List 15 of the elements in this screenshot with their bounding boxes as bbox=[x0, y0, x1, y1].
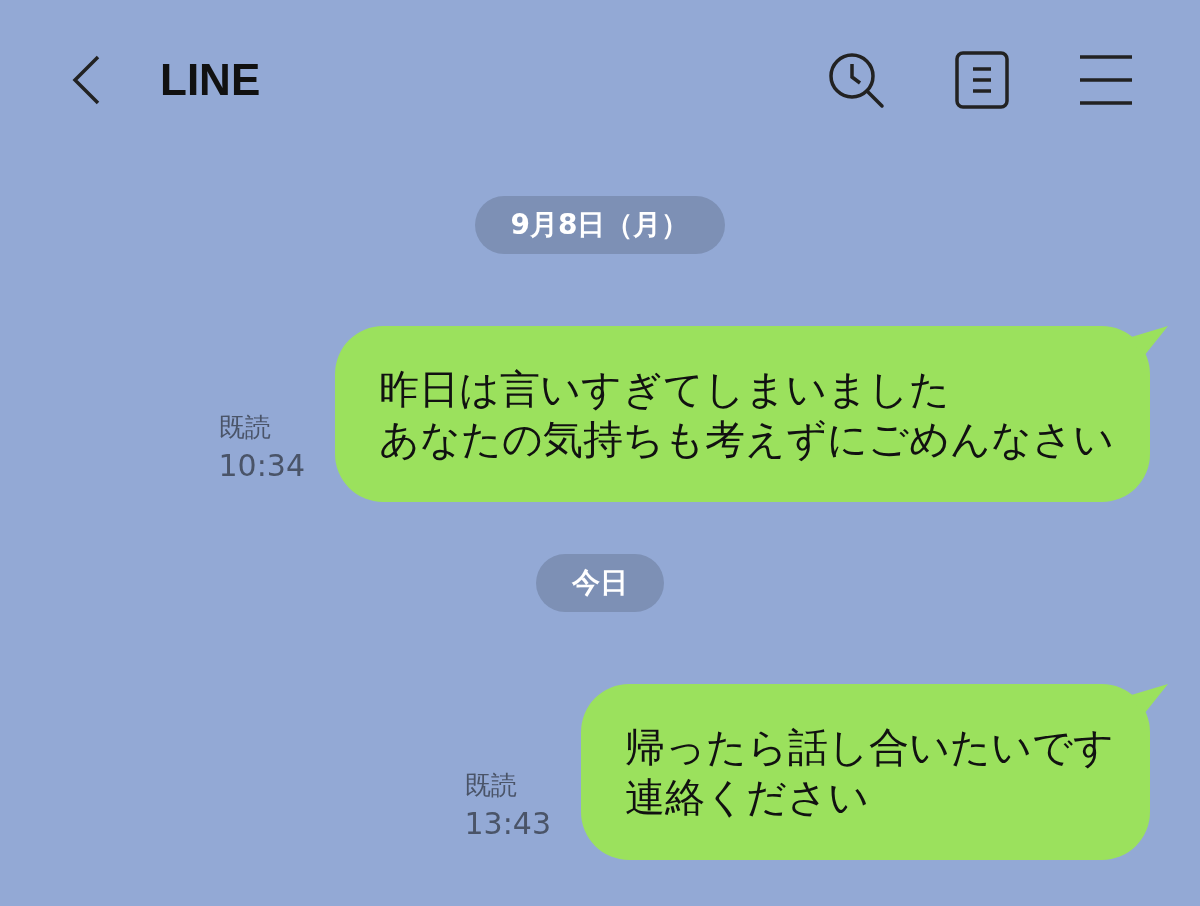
message-line: 昨日は言いすぎてしまいました bbox=[379, 365, 950, 414]
menu-icon[interactable] bbox=[1078, 54, 1134, 106]
message-line: 連絡ください bbox=[625, 773, 869, 822]
date-pill: 9月8日（月） bbox=[474, 196, 726, 254]
message-time: 13:43 bbox=[464, 805, 551, 843]
message-line: あなたの気持ちも考えずにごめんなさい bbox=[379, 415, 1114, 464]
date-pill: 今日 bbox=[536, 554, 664, 612]
message-line: 帰ったら話し合いたいです bbox=[625, 723, 1114, 772]
back-icon[interactable] bbox=[70, 54, 102, 106]
chat-title: LINE bbox=[160, 55, 261, 105]
read-receipt: 既読 bbox=[464, 769, 517, 802]
clock-search-icon[interactable] bbox=[826, 50, 886, 110]
message-time: 10:34 bbox=[218, 447, 305, 485]
read-receipt: 既読 bbox=[218, 411, 271, 444]
notes-icon[interactable] bbox=[954, 50, 1010, 110]
